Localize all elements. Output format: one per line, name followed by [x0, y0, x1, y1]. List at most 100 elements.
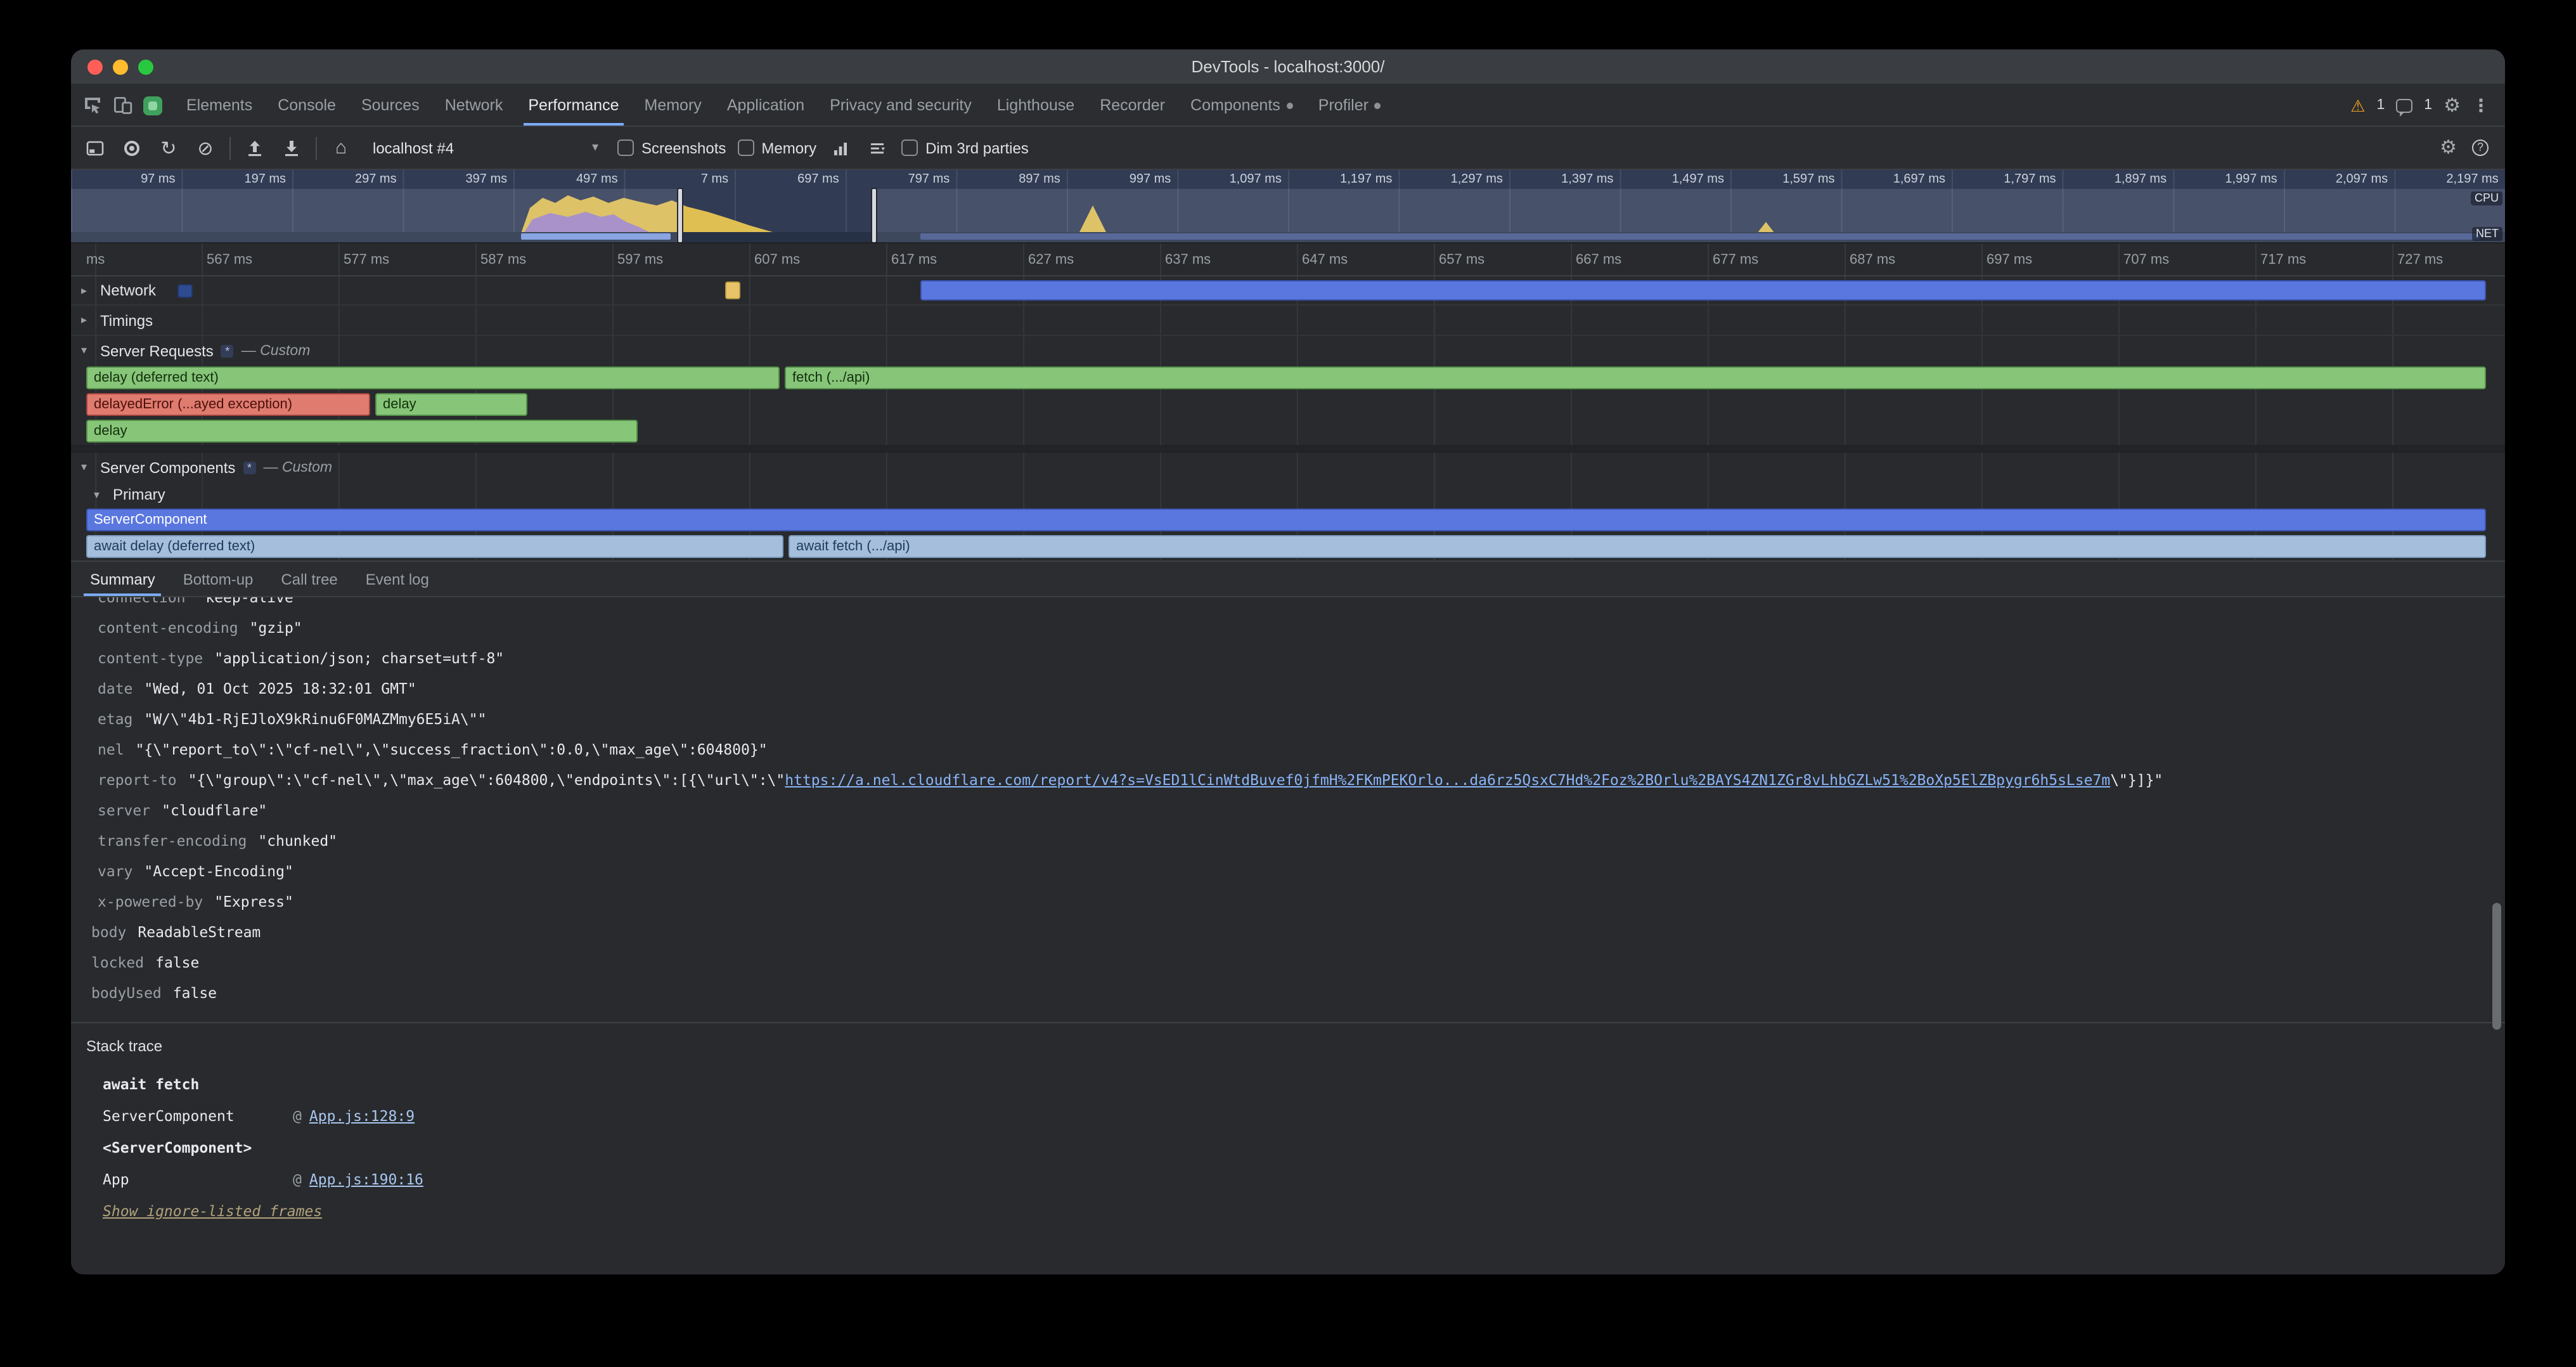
- perf-bar-delay[interactable]: delay: [375, 393, 527, 416]
- primary-group-header[interactable]: Primary: [71, 482, 2505, 507]
- timings-track-label[interactable]: Timings: [81, 306, 153, 335]
- throttling-icon[interactable]: [865, 134, 890, 162]
- perf-bar-await-fetch[interactable]: await fetch (.../api): [789, 535, 2486, 558]
- screenshots-checkbox[interactable]: [617, 139, 634, 156]
- timeline-overview[interactable]: 97 ms197 ms297 ms397 ms497 ms7 ms697 ms7…: [71, 170, 2505, 243]
- more-options-icon[interactable]: [2472, 96, 2490, 114]
- overview-time-label: 1,197 ms: [1288, 170, 1399, 189]
- overview-time-label: 1,997 ms: [2173, 170, 2284, 189]
- server-components-track-header[interactable]: Server Components — Custom: [71, 453, 2505, 482]
- window-title: DevTools - localhost:3000/: [1192, 57, 1385, 76]
- dim-3rd-parties-checkbox[interactable]: [901, 139, 918, 156]
- record-icon[interactable]: [119, 134, 145, 162]
- device-toolbar-icon[interactable]: [113, 95, 133, 115]
- report-url-link[interactable]: https://a.nel.cloudflare.com/report/v4?s…: [785, 771, 2110, 789]
- server-requests-row-2: delayedError (...ayed exception) delay: [71, 392, 2505, 418]
- tab-sources[interactable]: Sources: [349, 85, 432, 126]
- server-requests-track-header[interactable]: Server Requests — Custom: [71, 336, 2505, 365]
- warning-count[interactable]: 1: [2376, 98, 2385, 113]
- tab-summary[interactable]: Summary: [76, 562, 169, 596]
- capture-settings-gear-icon[interactable]: [2440, 138, 2457, 157]
- ruler-tick-label: 627 ms: [1028, 252, 1074, 268]
- overview-dim-left: [71, 189, 679, 243]
- tab-bottom-up[interactable]: Bottom-up: [169, 562, 267, 596]
- extension-tab-dot-icon: [1375, 102, 1381, 108]
- overview-time-label: 897 ms: [956, 170, 1067, 189]
- timings-track[interactable]: Timings: [71, 306, 2505, 336]
- toolbar-right: [2440, 138, 2494, 157]
- network-request-bar[interactable]: [725, 282, 740, 299]
- panel-layout-icon[interactable]: [82, 134, 108, 162]
- tab-console[interactable]: Console: [265, 85, 349, 126]
- perf-bar-fetch-api[interactable]: fetch (.../api): [785, 366, 2486, 389]
- network-request-bar[interactable]: [177, 284, 193, 298]
- network-track[interactable]: Network: [71, 276, 2505, 306]
- minimize-window-button[interactable]: [113, 59, 128, 74]
- ruler-tick-label: 647 ms: [1302, 252, 1348, 268]
- stack-frame-row: ServerComponent@App.js:128:9: [86, 1101, 2505, 1132]
- perf-bar-delay[interactable]: delay: [86, 420, 638, 443]
- ruler-tick-label: 637 ms: [1165, 252, 1211, 268]
- tab-privacy-and-security[interactable]: Privacy and security: [817, 85, 984, 126]
- tab-memory[interactable]: Memory: [632, 85, 714, 126]
- network-conditions-icon[interactable]: [828, 134, 853, 162]
- issues-count[interactable]: 1: [2424, 98, 2432, 113]
- dim-3rd-parties-label: Dim 3rd parties: [925, 139, 1029, 157]
- memory-label: Memory: [761, 139, 816, 157]
- perf-bar-await-delay[interactable]: await delay (deferred text): [86, 535, 783, 558]
- close-window-button[interactable]: [87, 59, 103, 74]
- overview-time-label: 797 ms: [846, 170, 956, 189]
- settings-gear-icon[interactable]: [2444, 96, 2461, 115]
- header-row: connection"keep-alive": [71, 597, 2505, 612]
- tab-components[interactable]: Components: [1178, 85, 1306, 126]
- extension-icon[interactable]: [143, 96, 162, 115]
- clear-recording-icon[interactable]: [193, 134, 218, 162]
- header-row: nel"{\"report_to\":\"cf-nel\",\"success_…: [71, 734, 2505, 765]
- object-row: bodyReadableStream: [71, 917, 2505, 947]
- history-select[interactable]: localhost #4: [365, 136, 606, 159]
- tabbar-icons: [71, 85, 174, 126]
- screenshots-label: Screenshots: [641, 139, 726, 157]
- perf-bar-delayed-error[interactable]: delayedError (...ayed exception): [86, 393, 370, 416]
- zoom-window-button[interactable]: [138, 59, 153, 74]
- server-components-row-1: ServerComponent: [71, 507, 2505, 534]
- chevron-right-icon: [81, 313, 93, 327]
- load-profile-icon[interactable]: [242, 134, 267, 162]
- summary-details-pane: connection"keep-alive" content-encoding"…: [71, 597, 2505, 1274]
- source-location-link[interactable]: App.js:190:16: [309, 1170, 423, 1188]
- overview-time-label: 1,797 ms: [1952, 170, 2063, 189]
- selection-handle-left[interactable]: [677, 188, 683, 243]
- overview-time-label: 97 ms: [71, 170, 182, 189]
- perf-bar-server-component[interactable]: ServerComponent: [86, 509, 2486, 531]
- perf-bar-delay-deferred[interactable]: delay (deferred text): [86, 366, 780, 389]
- record-and-reload-icon[interactable]: [156, 134, 181, 162]
- devtools-tabbar: Elements Console Sources Network Perform…: [71, 85, 2505, 127]
- source-location-link[interactable]: App.js:128:9: [309, 1107, 415, 1125]
- network-track-label[interactable]: Network: [81, 276, 156, 304]
- stack-group-header: await fetch: [86, 1069, 2505, 1101]
- tab-performance[interactable]: Performance: [515, 85, 631, 126]
- help-icon[interactable]: [2472, 139, 2489, 156]
- overview-time-label: 697 ms: [735, 170, 846, 189]
- overview-time-label: 197 ms: [182, 170, 293, 189]
- tab-lighthouse[interactable]: Lighthouse: [984, 85, 1087, 126]
- tab-elements[interactable]: Elements: [174, 85, 265, 126]
- show-ignore-listed-frames-link[interactable]: Show ignore-listed frames: [103, 1196, 322, 1228]
- details-scrollbar[interactable]: [2492, 903, 2501, 1030]
- devtools-window: DevTools - localhost:3000/: [71, 49, 2505, 1274]
- tab-profiler[interactable]: Profiler: [1306, 85, 1394, 126]
- selection-handle-right[interactable]: [871, 188, 877, 243]
- inspect-element-icon[interactable]: [82, 95, 103, 115]
- warning-icon[interactable]: [2350, 97, 2365, 113]
- tab-application[interactable]: Application: [714, 85, 817, 126]
- live-metrics-home-icon[interactable]: [328, 134, 354, 162]
- tab-call-tree[interactable]: Call tree: [267, 562, 351, 596]
- tab-network[interactable]: Network: [432, 85, 516, 126]
- network-request-bar[interactable]: [920, 280, 2486, 301]
- save-profile-icon[interactable]: [279, 134, 304, 162]
- memory-checkbox[interactable]: [737, 139, 754, 156]
- header-row: x-powered-by"Express": [71, 886, 2505, 917]
- tab-event-log[interactable]: Event log: [352, 562, 443, 596]
- issues-bubble-icon[interactable]: [2396, 98, 2412, 112]
- tab-recorder[interactable]: Recorder: [1087, 85, 1178, 126]
